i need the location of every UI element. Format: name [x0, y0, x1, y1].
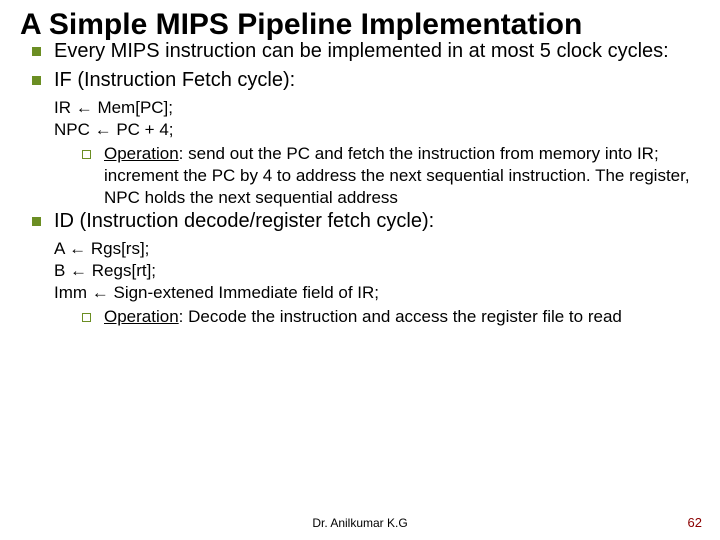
bullet-item-3: ID (Instruction decode/register fetch cy… [30, 209, 700, 234]
footer-author: Dr. Anilkumar K.G [0, 516, 720, 530]
id-operation: Operation: Decode the instruction and ac… [80, 306, 700, 328]
id-line-2: B ← Regs[rt]; [54, 260, 700, 282]
bullet-item-2: IF (Instruction Fetch cycle): [30, 68, 700, 93]
id-line-3: Imm ← Sign-extened Immediate field of IR… [54, 282, 700, 304]
if-code-block: IR ← Mem[PC]; NPC ← PC + 4; Operation: s… [20, 97, 700, 209]
main-bullet-list-2: ID (Instruction decode/register fetch cy… [20, 209, 700, 234]
if-line-1: IR ← Mem[PC]; [54, 97, 700, 119]
id-op-label: Operation [104, 307, 179, 326]
if-operation: Operation: send out the PC and fetch the… [80, 143, 700, 209]
if-op-label: Operation [104, 144, 179, 163]
id-line-1: A ← Rgs[rs]; [54, 238, 700, 260]
main-bullet-list: Every MIPS instruction can be implemente… [20, 39, 700, 93]
if-op-text: : send out the PC and fetch the instruct… [104, 144, 690, 207]
if-line-2: NPC ← PC + 4; [54, 119, 700, 141]
page-number: 62 [688, 515, 702, 530]
id-sub-list: Operation: Decode the instruction and ac… [54, 306, 700, 328]
id-op-text: : Decode the instruction and access the … [179, 307, 622, 326]
slide-title: A Simple MIPS Pipeline Implementation [20, 8, 700, 43]
bullet-item-1: Every MIPS instruction can be implemente… [30, 39, 700, 64]
if-sub-list: Operation: send out the PC and fetch the… [54, 143, 700, 209]
id-code-block: A ← Rgs[rs]; B ← Regs[rt]; Imm ← Sign-ex… [20, 238, 700, 328]
